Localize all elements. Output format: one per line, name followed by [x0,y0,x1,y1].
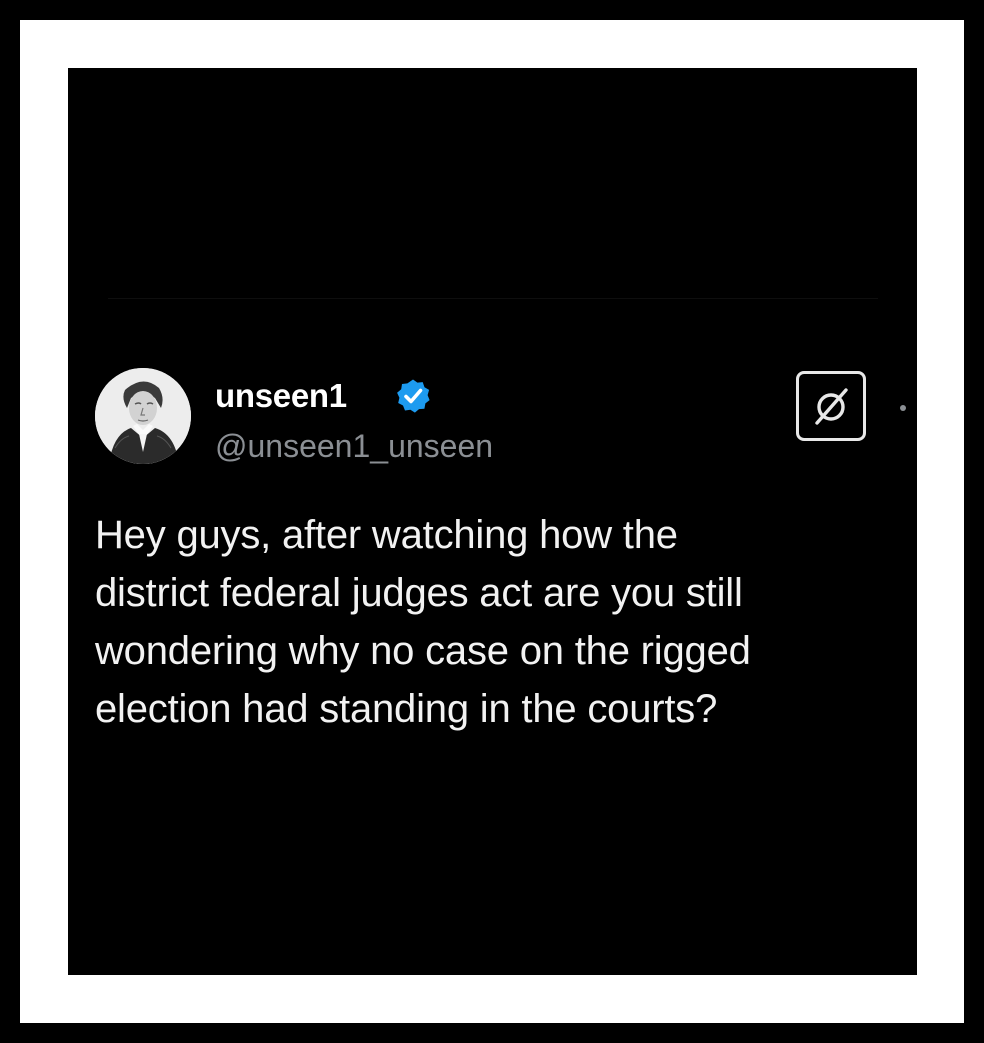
author-handle[interactable]: @unseen1_unseen [215,426,493,466]
author-avatar[interactable] [95,368,191,464]
separator [108,298,878,299]
portrait-avatar-icon [95,368,191,464]
post-body-text: Hey guys, after watching how the distric… [95,513,751,731]
grok-icon [815,388,848,425]
verified-badge-icon [395,378,431,414]
post-card: unseen1 @unseen1_unseen Hey guys, after … [68,68,917,975]
author-display-name[interactable]: unseen1 [215,376,347,416]
grok-button[interactable] [796,371,866,441]
more-icon[interactable] [900,405,906,411]
